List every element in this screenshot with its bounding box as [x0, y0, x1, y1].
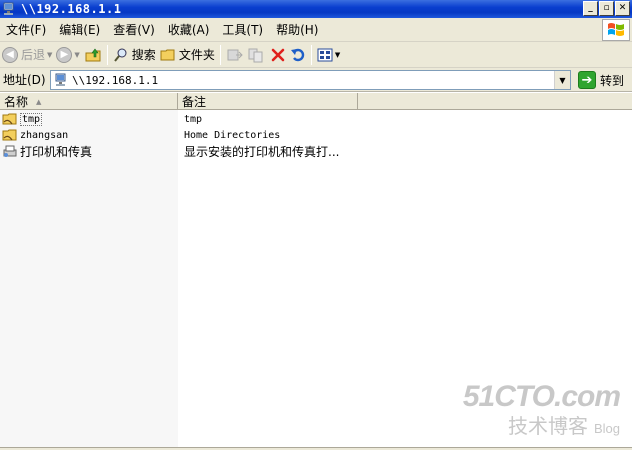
title-bar[interactable]: \\192.168.1.1 _ ▫ ✕: [0, 0, 632, 18]
sorted-column-highlight: [0, 110, 178, 447]
up-folder-button[interactable]: [82, 44, 104, 66]
minimize-button[interactable]: _: [583, 1, 598, 16]
maximize-button[interactable]: ▫: [599, 1, 614, 16]
address-label: 地址(D): [3, 73, 46, 87]
toolbar-separator: [310, 44, 312, 65]
back-dropdown-icon[interactable]: ▼: [47, 51, 52, 59]
maximize-icon: ▫: [603, 3, 610, 13]
network-computer-icon: [3, 2, 14, 15]
address-value: \\192.168.1.1: [72, 73, 159, 87]
menu-bar: 文件(F) 编辑(E) 查看(V) 收藏(A) 工具(T) 帮助(H): [0, 18, 632, 42]
delete-icon: [271, 48, 285, 61]
menu-favorites[interactable]: 收藏(A): [162, 21, 216, 38]
column-comment-label: 备注: [182, 95, 207, 109]
column-header-name[interactable]: 名称 ▲: [0, 93, 178, 110]
move-to-button[interactable]: [224, 44, 246, 66]
address-dropdown-button[interactable]: ▼: [554, 71, 570, 89]
go-button[interactable]: ➔ 转到: [578, 70, 624, 90]
search-button[interactable]: 搜索: [111, 44, 158, 66]
column-name-label: 名称: [4, 95, 29, 109]
menu-tools[interactable]: 工具(T): [216, 21, 269, 38]
go-arrow-icon: ➔: [578, 71, 596, 89]
file-list[interactable]: tmp tmp zhangsan Home Directories 打印机和传真…: [0, 110, 632, 447]
menu-view[interactable]: 查看(V): [107, 21, 161, 38]
minimize-icon: _: [588, 3, 593, 13]
list-item[interactable]: 打印机和传真 显示安装的打印机和传真打...: [0, 143, 632, 159]
address-field[interactable]: \\192.168.1.1 ▼: [50, 70, 571, 90]
list-item[interactable]: tmp tmp: [0, 111, 632, 127]
copy-to-button[interactable]: [246, 44, 268, 66]
standard-toolbar: ◀ 后退 ▼ ▶ ▼ 搜索 文件夹 ▼: [0, 42, 632, 68]
move-to-icon: [227, 49, 243, 60]
menu-file[interactable]: 文件(F): [0, 21, 52, 38]
item-name: zhangsan: [20, 129, 69, 141]
list-header: 名称 ▲ 备注: [0, 93, 632, 110]
back-arrow-icon: ◀: [2, 46, 18, 63]
back-label: 后退: [21, 48, 46, 62]
go-label: 转到: [600, 73, 625, 88]
list-item[interactable]: zhangsan Home Directories: [0, 127, 632, 143]
item-name: tmp: [20, 112, 43, 126]
close-button[interactable]: ✕: [615, 1, 630, 16]
address-bar: 地址(D) \\192.168.1.1 ▼ ➔ 转到: [0, 68, 632, 92]
close-icon: ✕: [618, 3, 627, 13]
column-header-comment[interactable]: 备注: [178, 93, 358, 110]
copy-to-icon: [248, 48, 263, 62]
views-icon: [317, 48, 333, 61]
delete-button[interactable]: [268, 44, 288, 66]
menu-help[interactable]: 帮助(H): [270, 21, 324, 38]
folders-icon: [160, 49, 175, 60]
chevron-down-icon: ▼: [559, 75, 566, 85]
views-button[interactable]: ▼: [315, 44, 342, 66]
shared-folder-icon: [2, 129, 17, 141]
search-label: 搜索: [131, 48, 156, 62]
window-title: \\192.168.1.1: [21, 2, 122, 16]
item-comment: tmp: [184, 113, 203, 125]
network-computer-icon: [55, 73, 66, 86]
up-folder-icon: [85, 48, 101, 61]
toolbar-separator: [219, 44, 221, 65]
item-comment: 显示安装的打印机和传真打...: [184, 144, 340, 159]
site-watermark: 51CTO.com 技术博客 Blog: [462, 380, 621, 438]
undo-icon: [290, 48, 305, 61]
item-comment: Home Directories: [184, 129, 281, 141]
printer-fax-icon: [3, 145, 17, 157]
views-dropdown-icon[interactable]: ▼: [335, 51, 340, 59]
item-name: 打印机和传真: [20, 144, 93, 159]
back-button[interactable]: ◀ 后退 ▼: [0, 44, 54, 66]
windows-logo-icon: [602, 19, 630, 41]
shared-folder-icon: [2, 113, 17, 125]
sort-ascending-icon: ▲: [36, 98, 42, 106]
search-icon: [114, 48, 127, 62]
forward-arrow-icon: ▶: [56, 46, 73, 63]
forward-dropdown-icon[interactable]: ▼: [74, 51, 79, 59]
folders-label: 文件夹: [178, 48, 215, 62]
forward-button[interactable]: ▶ ▼: [54, 44, 81, 66]
toolbar-separator: [106, 44, 108, 65]
folders-button[interactable]: 文件夹: [158, 44, 217, 66]
menu-edit[interactable]: 编辑(E): [53, 21, 106, 38]
undo-button[interactable]: [288, 44, 308, 66]
